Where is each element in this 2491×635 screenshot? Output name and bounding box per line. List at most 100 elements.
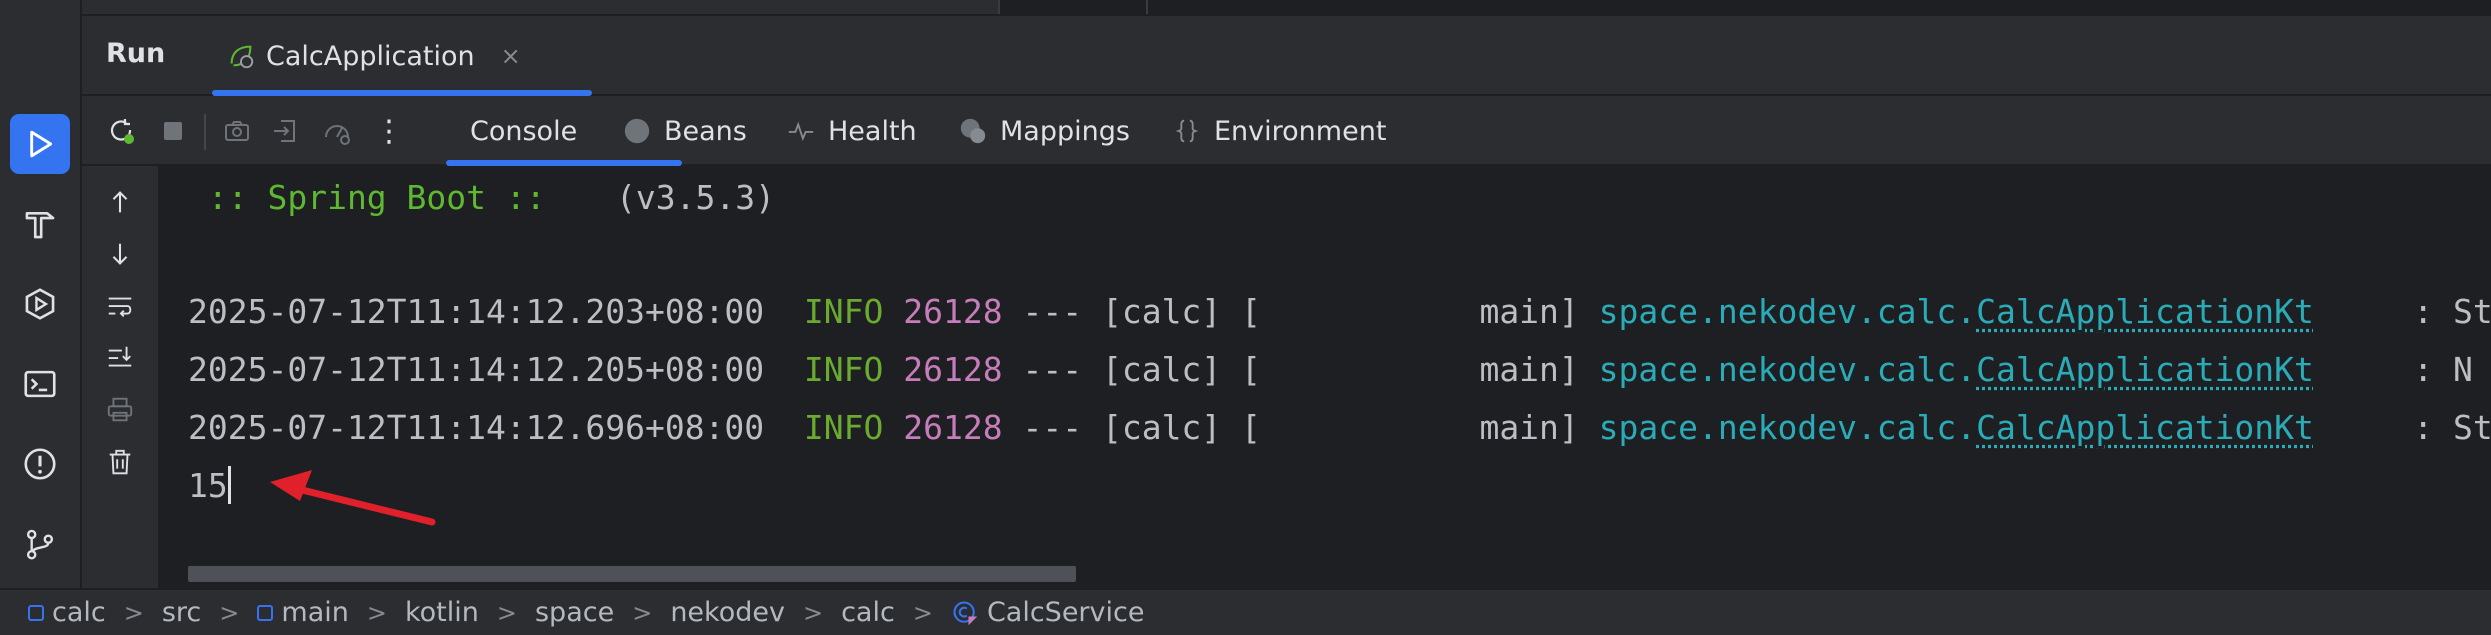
- services-tool-button[interactable]: [10, 274, 70, 334]
- clear-button[interactable]: [100, 442, 140, 482]
- spring-banner-text: :: Spring Boot ::: [188, 178, 546, 217]
- close-icon[interactable]: ×: [501, 42, 521, 70]
- tab-environment-label: Environment: [1214, 115, 1387, 147]
- log-class-link[interactable]: CalcApplicationKt: [1976, 350, 2314, 389]
- breadcrumb-separator: >: [802, 598, 824, 627]
- log-thread: --- [calc] [ main]: [1002, 292, 1599, 331]
- log-package: space.nekodev.calc.: [1598, 408, 1977, 447]
- breadcrumb-item[interactable]: calc: [28, 597, 106, 628]
- log-line: 2025-07-12T11:14:12.205+08:00 INFO 26128…: [188, 350, 2473, 390]
- clear-icon: [109, 449, 131, 475]
- left-tool-strip: [0, 0, 82, 588]
- rerun-button[interactable]: [104, 114, 138, 148]
- build-tool-button[interactable]: [10, 194, 70, 254]
- log-class-link[interactable]: CalcApplicationKt: [1976, 292, 2314, 331]
- scroll-down-button[interactable]: [100, 234, 140, 274]
- breadcrumb-separator: >: [632, 598, 653, 627]
- breadcrumb-label: CalcService: [986, 597, 1145, 628]
- log-timestamp: 2025-07-12T11:14:12.203+08:00: [188, 292, 765, 331]
- spring-banner: :: Spring Boot :: (v3.5.3): [188, 178, 775, 218]
- tab-environment[interactable]: Environment: [1172, 96, 1386, 166]
- scroll-up-button[interactable]: [100, 182, 140, 222]
- tab-health[interactable]: Health: [786, 96, 917, 166]
- screenshot-icon: [225, 121, 249, 141]
- log-message: : St: [2313, 292, 2491, 331]
- scroll-to-end-button[interactable]: [100, 338, 140, 378]
- git-tool-button[interactable]: [10, 514, 70, 574]
- breadcrumb-item[interactable]: calc: [841, 597, 895, 628]
- spring-run-icon: [230, 45, 254, 69]
- scroll-down-icon: [112, 243, 128, 265]
- tab-mappings[interactable]: Mappings: [958, 96, 1130, 166]
- breadcrumb-separator: >: [366, 598, 387, 627]
- breadcrumb-item[interactable]: main: [257, 597, 349, 628]
- stop-button[interactable]: [156, 114, 190, 148]
- exit-icon: [274, 120, 295, 142]
- soft-wrap-button[interactable]: [100, 286, 140, 326]
- tab-health-label: Health: [828, 115, 917, 147]
- text-caret: [227, 466, 231, 504]
- breadcrumb-item[interactable]: nekodev: [670, 597, 785, 628]
- toolbar-divider: [204, 114, 206, 150]
- tab-console[interactable]: Console: [470, 96, 577, 166]
- breadcrumb-item[interactable]: CalcService: [951, 597, 1145, 628]
- stop-icon: [164, 122, 182, 140]
- kotlin-class-icon: [953, 600, 978, 625]
- log-class-link[interactable]: CalcApplicationKt: [1976, 408, 2314, 447]
- run-icon: [30, 130, 53, 158]
- breadcrumb-separator: >: [219, 598, 240, 627]
- log-thread: --- [calc] [ main]: [1002, 350, 1599, 389]
- module-icon: [257, 604, 274, 621]
- breadcrumb-separator: >: [912, 598, 933, 627]
- terminal-tool-button[interactable]: [10, 354, 70, 414]
- git-icon: [26, 529, 54, 560]
- breadcrumb-label: calc: [52, 597, 106, 628]
- spring-version: (v3.5.3): [616, 178, 775, 217]
- console-output[interactable]: :: Spring Boot :: (v3.5.3) 2025-07-12T11:…: [158, 166, 2491, 588]
- soft-wrap-icon: [108, 297, 132, 317]
- exit-button[interactable]: [268, 114, 302, 148]
- tab-console-label: Console: [470, 115, 578, 147]
- tab-mappings-label: Mappings: [1000, 115, 1130, 147]
- horizontal-scrollbar[interactable]: [188, 566, 1076, 582]
- screenshot-button[interactable]: [220, 114, 254, 148]
- log-package: space.nekodev.calc.: [1598, 350, 1977, 389]
- log-timestamp: 2025-07-12T11:14:12.205+08:00: [188, 350, 765, 389]
- breadcrumb-separator: >: [123, 598, 144, 627]
- gauge-icon: [325, 125, 350, 145]
- breadcrumb-label: calc: [841, 597, 895, 628]
- tool-window-title: Run: [106, 38, 166, 69]
- tab-beans[interactable]: Beans: [622, 96, 747, 166]
- console-gutter: [82, 166, 158, 588]
- editor-pane: [998, 0, 1146, 14]
- log-message: : St: [2313, 408, 2491, 447]
- console-input-line[interactable]: 15: [188, 466, 231, 506]
- build-icon: [25, 212, 55, 239]
- breadcrumb-item[interactable]: space: [535, 597, 614, 628]
- tab-calc-application[interactable]: CalcApplication ×: [212, 16, 535, 96]
- log-level: INFO: [803, 350, 884, 389]
- log-pid: 26128: [903, 408, 1003, 447]
- breadcrumb-item[interactable]: src: [162, 597, 201, 628]
- log-line: 2025-07-12T11:14:12.696+08:00 INFO 26128…: [188, 408, 2491, 448]
- profiler-button[interactable]: [320, 114, 354, 148]
- run-toolbar: ⋮ Console Beans Health Mappings Environm…: [82, 96, 2491, 166]
- run-tool-button[interactable]: [10, 114, 70, 174]
- console-input[interactable]: 15: [188, 466, 228, 505]
- breadcrumb-label: main: [281, 597, 349, 628]
- problems-icon: [24, 448, 56, 480]
- problems-tool-button[interactable]: [10, 434, 70, 494]
- breadcrumb-separator: >: [496, 598, 517, 627]
- services-icon: [25, 288, 55, 320]
- print-button[interactable]: [100, 390, 140, 430]
- module-icon: [28, 604, 44, 621]
- more-icon[interactable]: ⋮: [372, 114, 406, 149]
- breadcrumb-label: src: [161, 597, 202, 628]
- log-message: : N: [2313, 350, 2473, 389]
- environment-icon: [1175, 119, 1199, 143]
- scroll-up-icon: [112, 191, 128, 213]
- breadcrumb-label: nekodev: [670, 597, 785, 628]
- scroll-to-end-icon: [108, 346, 132, 367]
- log-pid: 26128: [903, 350, 1003, 389]
- breadcrumb-item[interactable]: kotlin: [405, 597, 479, 628]
